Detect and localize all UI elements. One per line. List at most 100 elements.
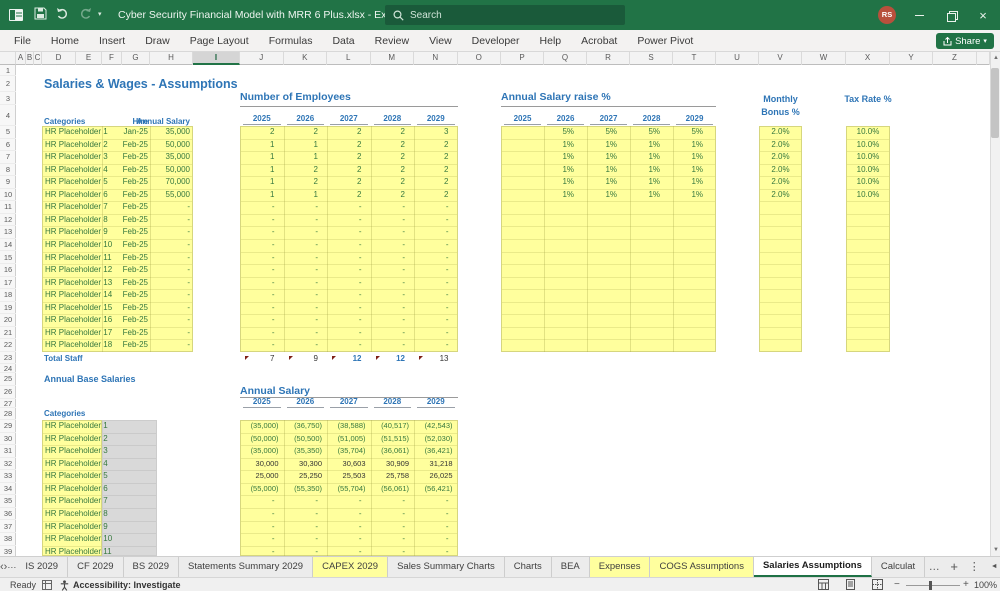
employees-cell[interactable]: 1 [287,139,319,152]
employees-dash-cell[interactable]: - [243,252,275,265]
row-number-16[interactable]: 16 [0,264,16,277]
employees-dash-cell[interactable]: - [417,252,449,265]
row-number-24[interactable]: 24 [0,364,16,373]
annual-salary-dash-cell[interactable]: - [243,533,275,546]
ribbon-tab-insert[interactable]: Insert [89,30,135,52]
employees-dash-cell[interactable]: - [330,339,362,352]
row-number-12[interactable]: 12 [0,214,16,227]
staff-salary-cell[interactable]: - [146,277,190,290]
column-header-I[interactable]: I [193,52,240,65]
column-header-R[interactable]: R [587,52,630,65]
employees-dash-cell[interactable]: - [330,314,362,327]
column-header-U[interactable]: U [716,52,759,65]
row-number-15[interactable]: 15 [0,252,16,265]
staff-salary-cell[interactable]: 50,000 [146,139,190,152]
employees-dash-cell[interactable]: - [287,302,319,315]
employees-cell[interactable]: 2 [374,164,406,177]
column-header-X[interactable]: X [846,52,890,65]
employees-cell[interactable]: 1 [243,139,275,152]
employees-dash-cell[interactable]: - [417,277,449,290]
staff-salary-cell[interactable]: - [146,302,190,315]
employees-dash-cell[interactable]: - [243,201,275,214]
annual-salary-dash-cell[interactable]: - [374,533,406,546]
raise-cell[interactable]: 1% [590,139,617,152]
employees-dash-cell[interactable]: - [287,239,319,252]
employees-dash-cell[interactable]: - [287,214,319,227]
sheet-tab-sales-summary-charts[interactable]: Sales Summary Charts [388,557,505,577]
raise-cell[interactable]: 1% [590,151,617,164]
tax-cell[interactable]: 10.0% [846,176,890,189]
search-input[interactable]: Search [385,5,625,25]
annual-salary-cell[interactable]: (51,515) [373,433,410,446]
base-category-cell[interactable]: HR Placeholder 3 [45,445,125,458]
employees-dash-cell[interactable]: - [417,264,449,277]
column-header-S[interactable]: S [630,52,673,65]
sheet-tab-statements-summary-2029[interactable]: Statements Summary 2029 [179,557,313,577]
annual-salary-dash-cell[interactable]: - [243,508,275,521]
employees-dash-cell[interactable]: - [417,226,449,239]
annual-salary-cell[interactable]: (50,000) [242,433,279,446]
bonus-cell[interactable]: 2.0% [759,164,802,177]
undo-icon[interactable] [56,7,70,23]
staff-hire-cell[interactable]: Jan-25 [104,126,148,139]
employees-dash-cell[interactable]: - [330,201,362,214]
sheet-tab-salaries-assumptions[interactable]: Salaries Assumptions [754,557,872,577]
raise-cell[interactable]: 1% [676,189,703,202]
share-button[interactable]: Share ▾ [936,33,994,49]
annual-salary-cell[interactable]: (56,421) [416,483,453,496]
more-sheets-icon[interactable]: … [925,557,943,577]
employees-dash-cell[interactable]: - [243,339,275,352]
avatar[interactable]: RS [878,6,896,24]
staff-hire-cell[interactable]: Feb-25 [104,277,148,290]
row-number-28[interactable]: 28 [0,408,16,421]
column-header-Q[interactable]: Q [544,52,587,65]
employees-cell[interactable]: 2 [374,126,406,139]
annual-salary-cell[interactable]: (55,704) [329,483,366,496]
employees-dash-cell[interactable]: - [330,264,362,277]
employees-cell[interactable]: 1 [243,176,275,189]
annual-salary-cell[interactable]: (52,030) [416,433,453,446]
employees-dash-cell[interactable]: - [287,201,319,214]
employees-dash-cell[interactable]: - [374,289,406,302]
staff-salary-cell[interactable]: 55,000 [146,189,190,202]
row-number-21[interactable]: 21 [0,327,16,340]
raise-year-2028[interactable]: 2028 [633,113,670,125]
ribbon-tab-home[interactable]: Home [41,30,89,52]
employees-year-2029[interactable]: 2029 [417,113,455,125]
employees-dash-cell[interactable]: - [243,327,275,340]
row-number-23[interactable]: 23 [0,352,16,365]
employees-cell[interactable]: 2 [374,139,406,152]
ribbon-tab-developer[interactable]: Developer [462,30,530,52]
row-number-37[interactable]: 37 [0,521,16,534]
employees-dash-cell[interactable]: - [243,277,275,290]
annual-salary-cell[interactable]: 30,300 [286,458,323,471]
ribbon-tab-formulas[interactable]: Formulas [259,30,323,52]
ribbon-tab-data[interactable]: Data [322,30,364,52]
employees-dash-cell[interactable]: - [374,302,406,315]
column-header-extra[interactable] [977,52,990,65]
annual-salary-cell[interactable]: (38,588) [329,420,366,433]
scroll-up-icon[interactable]: ▲ [991,55,1000,61]
row-number-32[interactable]: 32 [0,458,16,471]
staff-hire-cell[interactable]: Feb-25 [104,252,148,265]
raise-cell[interactable]: 1% [590,189,617,202]
annual-salary-cell[interactable]: 30,000 [242,458,279,471]
column-header-W[interactable]: W [802,52,846,65]
employees-dash-cell[interactable]: - [243,226,275,239]
sheet-tab-is-2029[interactable]: IS 2029 [16,557,68,577]
column-header-N[interactable]: N [414,52,458,65]
total-staff-label[interactable]: Total Staff [44,353,124,365]
staff-hire-cell[interactable]: Feb-25 [104,151,148,164]
annual-salary-cell[interactable]: (42,543) [416,420,453,433]
annual-salary-cell[interactable]: (36,750) [286,420,323,433]
employees-cell[interactable]: 2 [330,176,362,189]
tax-cell[interactable]: 10.0% [846,126,890,139]
raise-cell[interactable]: 1% [676,139,703,152]
staff-hire-cell[interactable]: Feb-25 [104,239,148,252]
ribbon-tab-draw[interactable]: Draw [135,30,180,52]
row-number-9[interactable]: 9 [0,176,16,189]
employees-cell[interactable]: 2 [417,176,449,189]
annual-salary-dash-cell[interactable]: - [287,508,319,521]
column-header-G[interactable]: G [122,52,150,65]
bonus-cell[interactable]: 2.0% [759,126,802,139]
